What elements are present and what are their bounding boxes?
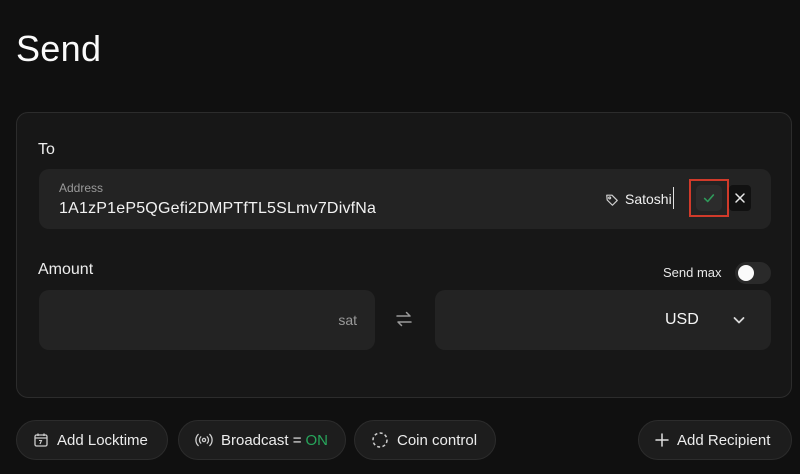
- plus-icon: [655, 433, 669, 447]
- send-max-toggle[interactable]: [735, 262, 771, 284]
- add-recipient-button[interactable]: Add Recipient: [638, 420, 792, 460]
- amount-label: Amount: [38, 261, 94, 278]
- coin-control-button[interactable]: Coin control: [354, 420, 496, 460]
- text-caret: [673, 187, 674, 209]
- recipient-label-input[interactable]: [623, 189, 675, 209]
- add-locktime-button[interactable]: Add Locktime: [16, 420, 168, 460]
- sat-amount-field[interactable]: sat: [39, 290, 375, 350]
- address-field[interactable]: Address 1A1zP1eP5QGefi2DMPTfTL5SLmv7Divf…: [39, 169, 771, 229]
- sat-amount-input[interactable]: [55, 308, 325, 332]
- currency-value: USD: [665, 311, 699, 328]
- send-form-card: To Address 1A1zP1eP5QGefi2DMPTfTL5SLmv7D…: [16, 112, 792, 398]
- confirm-label-button[interactable]: [689, 179, 729, 217]
- fiat-currency-select[interactable]: USD: [435, 290, 771, 350]
- broadcast-label: Broadcast =: [221, 431, 302, 449]
- coin-control-icon: [372, 432, 388, 448]
- to-label: To: [38, 141, 55, 158]
- close-icon: [735, 193, 745, 203]
- add-recipient-label: Add Recipient: [677, 431, 771, 449]
- broadcast-toggle-button[interactable]: Broadcast = ON: [178, 420, 346, 460]
- toggle-knob: [738, 265, 754, 281]
- address-caption: Address: [59, 181, 104, 195]
- coin-control-label: Coin control: [397, 431, 478, 449]
- send-max-label: Send max: [663, 265, 722, 280]
- calendar-icon: [34, 433, 48, 447]
- broadcast-icon: [195, 433, 213, 447]
- cancel-label-button[interactable]: [729, 185, 751, 211]
- page-title: Send: [16, 28, 102, 69]
- sat-unit-label: sat: [338, 312, 357, 328]
- chevron-down-icon: [733, 317, 745, 324]
- add-locktime-label: Add Locktime: [57, 431, 148, 449]
- check-icon: [703, 194, 715, 203]
- confirm-inner: [696, 185, 722, 211]
- address-value[interactable]: 1A1zP1eP5QGefi2DMPTfTL5SLmv7DivfNa: [59, 200, 376, 218]
- broadcast-state: ON: [305, 431, 328, 449]
- tag-icon: [606, 194, 618, 206]
- swap-arrows-icon[interactable]: [394, 309, 414, 329]
